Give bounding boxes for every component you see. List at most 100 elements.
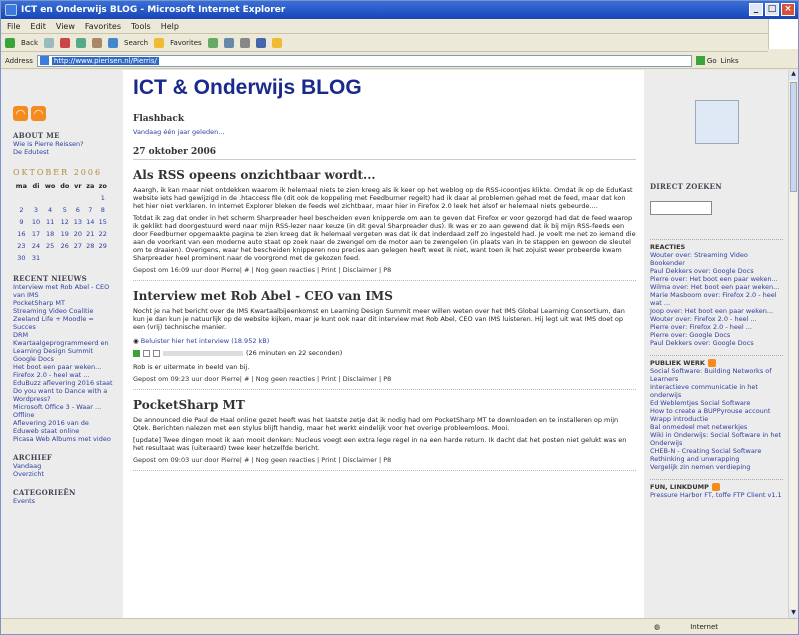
- about-link[interactable]: De Edutest: [13, 148, 113, 156]
- calendar-day[interactable]: 3: [30, 204, 42, 216]
- recent-link[interactable]: Interview met Rob Abel - CEO van IMS: [13, 283, 113, 299]
- calendar-day[interactable]: 9: [13, 216, 30, 228]
- publiek-link[interactable]: Bal onmedeel met netwerkjes: [650, 423, 783, 431]
- maximize-button[interactable]: □: [765, 3, 779, 16]
- calendar-day[interactable]: 20: [72, 228, 84, 240]
- post-footer[interactable]: Gepost om 09:03 uur door Pierre| # | Nog…: [133, 456, 636, 471]
- rss-icon[interactable]: [707, 359, 716, 367]
- category-link[interactable]: Events: [13, 497, 113, 505]
- menu-favorites[interactable]: Favorites: [85, 19, 121, 33]
- calendar-day[interactable]: 29: [97, 240, 109, 252]
- vertical-scrollbar[interactable]: ▲ ▼: [788, 70, 798, 619]
- linkdump-link[interactable]: Pressure Harbor FT, toffe FTP Client v1.…: [650, 491, 783, 499]
- post-title[interactable]: PocketSharp MT: [133, 398, 636, 412]
- calendar-day[interactable]: 22: [97, 228, 109, 240]
- go-button[interactable]: Go: [695, 56, 717, 65]
- edukast-logo[interactable]: [694, 100, 739, 144]
- refresh-icon[interactable]: [76, 38, 86, 48]
- calendar-day[interactable]: 14: [84, 216, 96, 228]
- recent-link[interactable]: Do you want to Dance with a Wordpress?: [13, 387, 113, 403]
- reactie-link[interactable]: Marie Masboom over: Firefox 2.0 - heel w…: [650, 291, 783, 307]
- reactie-link[interactable]: Pierre over: Google Docs: [650, 331, 783, 339]
- recent-link[interactable]: PocketSharp MT: [13, 299, 113, 307]
- reactie-link[interactable]: Wilma over: Het boot een paar weken...: [650, 283, 783, 291]
- forward-icon[interactable]: [44, 38, 54, 48]
- reactie-link[interactable]: Wouter over: Firefox 2.0 - heel ...: [650, 315, 783, 323]
- calendar-day[interactable]: 28: [84, 240, 96, 252]
- recent-link[interactable]: Picasa Web Albums met video: [13, 435, 113, 443]
- scroll-up-icon[interactable]: ▲: [789, 70, 798, 80]
- publiek-link[interactable]: Social Software: Building Networks of Le…: [650, 367, 783, 383]
- menu-file[interactable]: File: [7, 19, 20, 33]
- publiek-link[interactable]: Rethinking and unwrapping: [650, 455, 783, 463]
- address-url[interactable]: http://www.pierisen.nl/Pierris/: [51, 56, 159, 65]
- print-icon[interactable]: [239, 38, 250, 48]
- recent-link[interactable]: Microsoft Office 3 - Waar ...: [13, 403, 113, 411]
- publiek-link[interactable]: CHEB-N - Creating Social Software: [650, 447, 783, 455]
- calendar-day[interactable]: 21: [84, 228, 96, 240]
- archive-link[interactable]: Overzicht: [13, 470, 113, 478]
- calendar-day[interactable]: 30: [13, 252, 30, 264]
- calendar-day[interactable]: 23: [13, 240, 30, 252]
- calendar-day[interactable]: 17: [30, 228, 42, 240]
- blog-title[interactable]: ICT & Onderwijs BLOG: [133, 76, 636, 100]
- menu-help[interactable]: Help: [161, 19, 179, 33]
- recent-link[interactable]: Aflevering 2016 van de Eduweb staat onli…: [13, 419, 113, 435]
- pause-icon[interactable]: [143, 349, 150, 357]
- calendar-day[interactable]: 27: [72, 240, 84, 252]
- about-link[interactable]: Wie is Pierre Reissen?: [13, 140, 113, 148]
- reactie-link[interactable]: Pierre over: Het boot een paar weken...: [650, 275, 783, 283]
- calendar-day[interactable]: 4: [42, 204, 58, 216]
- recent-link[interactable]: Zeeland Life + Moodle = Succes: [13, 315, 113, 331]
- calendar-day[interactable]: 25: [42, 240, 58, 252]
- favorites-button[interactable]: Favorites: [170, 39, 202, 47]
- calendar-day[interactable]: 2: [13, 204, 30, 216]
- reactie-link[interactable]: Paul Dekkers over: Google Docs: [650, 267, 783, 275]
- rss-icon[interactable]: ◠: [31, 106, 46, 121]
- publiek-link[interactable]: Wiki in Onderwijs: Social Software in he…: [650, 431, 783, 447]
- recent-link[interactable]: Streaming Video Coalitie: [13, 307, 113, 315]
- close-button[interactable]: ×: [781, 3, 795, 16]
- publiek-link[interactable]: How to create a BUPPyrouse account: [650, 407, 783, 415]
- calendar-day[interactable]: 11: [42, 216, 58, 228]
- back-icon[interactable]: [5, 38, 15, 48]
- calendar-day[interactable]: 5: [58, 204, 72, 216]
- edit-icon[interactable]: [255, 38, 266, 48]
- rss-icon[interactable]: ◠: [13, 106, 28, 121]
- stop-icon[interactable]: [153, 349, 160, 357]
- calendar-day[interactable]: 19: [58, 228, 72, 240]
- flashback-link[interactable]: Vandaag één jaar geleden...: [133, 128, 636, 136]
- calendar-day[interactable]: 8: [97, 204, 109, 216]
- recent-link[interactable]: EduBuzz aflevering 2016 staat: [13, 379, 113, 387]
- mail-icon[interactable]: [223, 38, 234, 48]
- history-icon[interactable]: [207, 38, 218, 48]
- calendar-day[interactable]: 26: [58, 240, 72, 252]
- reactie-link[interactable]: Wouter over: Streaming Video Bookender: [650, 251, 783, 267]
- stop-icon[interactable]: [60, 38, 70, 48]
- home-icon[interactable]: [92, 38, 102, 48]
- audio-progress[interactable]: [163, 350, 243, 356]
- calendar-day[interactable]: 13: [72, 216, 84, 228]
- rss-icon[interactable]: [711, 483, 720, 491]
- reactie-link[interactable]: Pierre over: Firefox 2.0 - heel ...: [650, 323, 783, 331]
- publiek-link[interactable]: Wrapp introductie: [650, 415, 783, 423]
- calendar-day[interactable]: 31: [30, 252, 42, 264]
- post-footer[interactable]: Gepost om 16:09 uur door Pierre| # | Nog…: [133, 266, 636, 281]
- reactie-link[interactable]: Paul Dekkers over: Google Docs: [650, 339, 783, 347]
- post-footer[interactable]: Gepost om 09:23 uur door Pierre| # | Nog…: [133, 375, 636, 390]
- publiek-link[interactable]: Vergelijk zin nemen verdieping: [650, 463, 783, 471]
- calendar-day[interactable]: 15: [97, 216, 109, 228]
- calendar-day[interactable]: 1: [97, 192, 109, 204]
- search-button[interactable]: Search: [124, 39, 148, 47]
- publiek-link[interactable]: Ed Weblemtjes Social Software: [650, 399, 783, 407]
- menu-view[interactable]: View: [56, 19, 75, 33]
- play-icon[interactable]: [133, 349, 140, 357]
- menu-edit[interactable]: Edit: [30, 19, 46, 33]
- links-button[interactable]: Links: [721, 57, 739, 65]
- favorites-icon[interactable]: [154, 38, 165, 48]
- calendar-day[interactable]: 16: [13, 228, 30, 240]
- calendar-day[interactable]: 24: [30, 240, 42, 252]
- calendar-day[interactable]: 18: [42, 228, 58, 240]
- archive-link[interactable]: Vandaag: [13, 462, 113, 470]
- recent-link[interactable]: Offline: [13, 411, 113, 419]
